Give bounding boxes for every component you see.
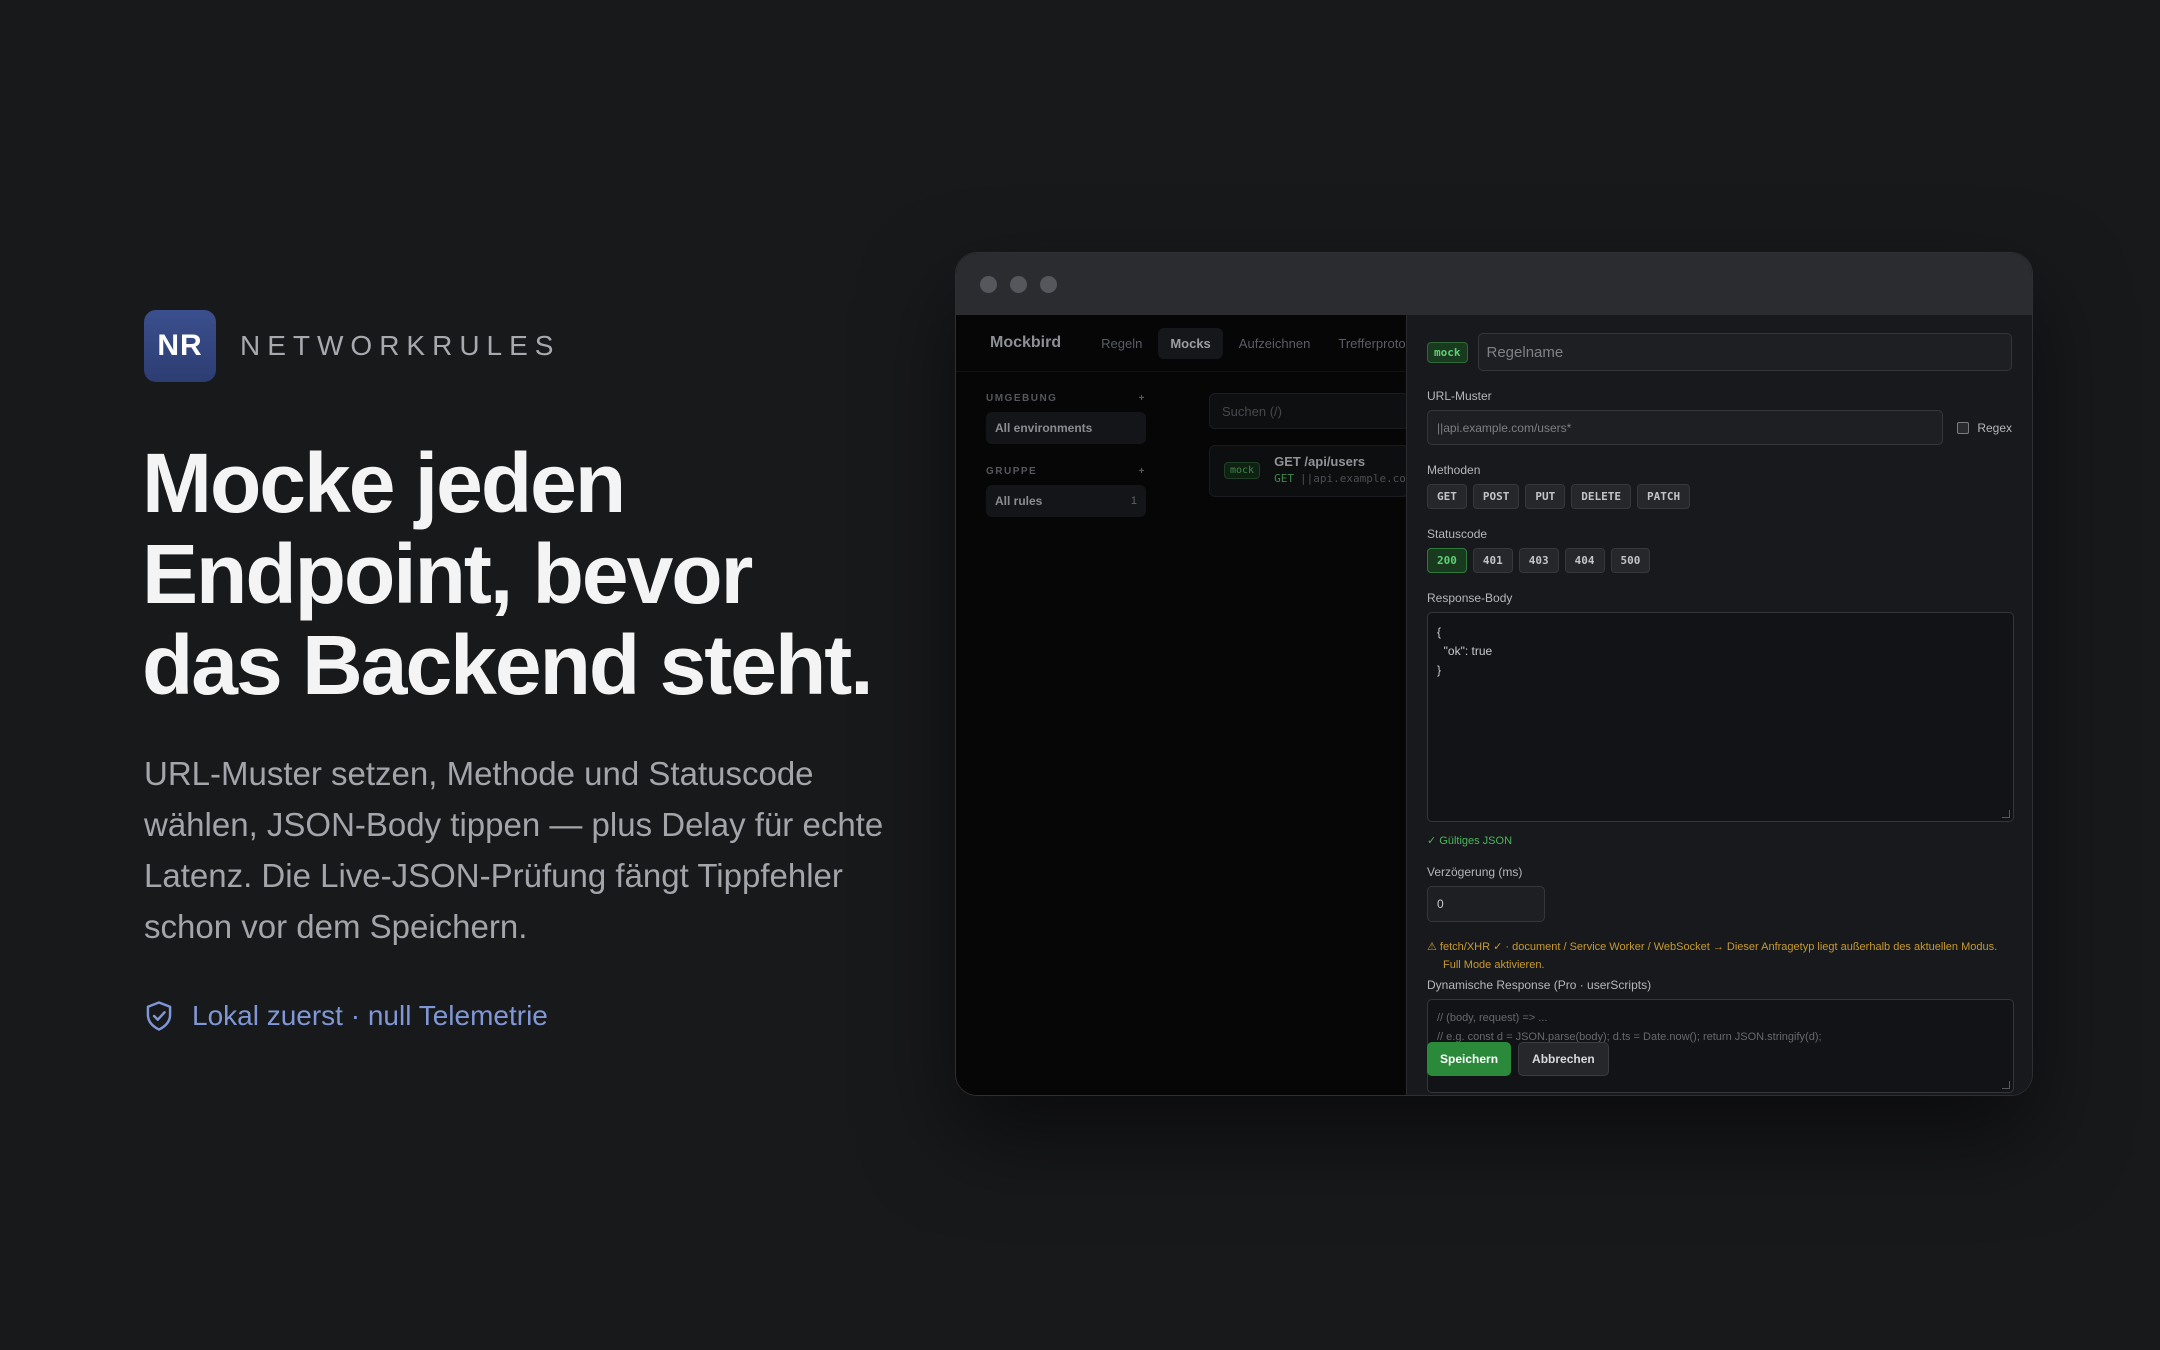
resize-handle-icon[interactable]	[2002, 1081, 2010, 1089]
url-pattern-label: URL-Muster	[1427, 389, 1492, 403]
add-env-button[interactable]: +	[1139, 393, 1146, 404]
rule-type-badge: mock	[1224, 462, 1261, 479]
regex-toggle[interactable]: Regex	[1957, 421, 2012, 435]
sidebar-item-label: All environments	[995, 421, 1093, 435]
mock-editor-panel: mock Regelname URL-Muster ||api.example.…	[1406, 315, 2032, 1095]
tagline-text: Lokal zuerst · null Telemetrie	[192, 1000, 548, 1031]
url-pattern-row: ||api.example.com/users* Regex	[1427, 410, 2012, 445]
url-pattern-input[interactable]: ||api.example.com/users*	[1427, 410, 1944, 445]
brand: NR NETWORKRULES	[144, 310, 560, 382]
window-titlebar	[956, 253, 2032, 315]
headline-line: das Backend steht.	[142, 618, 874, 712]
app-window: Mockbird Regeln Mocks Aufzeichnen Treffe…	[955, 252, 2033, 1096]
dynamic-placeholder-line: // (body, request) => ...	[1437, 1012, 1548, 1024]
response-body-text: { "ok": true }	[1437, 625, 1493, 677]
mock-badge: mock	[1427, 341, 1468, 363]
status-code-chips: 200 401 403 404 500	[1427, 548, 2012, 573]
method-chip-post[interactable]: POST	[1472, 484, 1520, 509]
add-group-button[interactable]: +	[1139, 466, 1146, 477]
response-body-label: Response-Body	[1427, 591, 1513, 605]
status-chip-200[interactable]: 200	[1427, 548, 1467, 573]
method-chip-patch[interactable]: PATCH	[1637, 484, 1691, 509]
rule-subtitle: GET ||api.example.com/users*	[1274, 472, 1408, 485]
tab-regeln[interactable]: Regeln	[1089, 328, 1154, 359]
save-button[interactable]: Speichern	[1427, 1042, 1512, 1076]
hero-subtext: URL-Muster setzen, Methode und Statuscod…	[144, 755, 884, 945]
regex-label: Regex	[1977, 420, 2012, 435]
rule-method: GET	[1274, 472, 1294, 485]
tab-mocks[interactable]: Mocks	[1158, 327, 1223, 359]
status-chip-404[interactable]: 404	[1564, 548, 1605, 573]
regex-checkbox[interactable]	[1957, 421, 1970, 434]
sidebar-item-all-rules[interactable]: All rules 1	[986, 485, 1146, 517]
delay-input[interactable]: 0	[1427, 886, 1545, 922]
rule-title: GET /api/users	[1274, 454, 1366, 469]
cancel-button[interactable]: Abbrechen	[1518, 1042, 1609, 1076]
group-header-label: GRUPPE	[986, 466, 1038, 477]
tab-aufzeichnen[interactable]: Aufzeichnen	[1227, 328, 1323, 359]
status-code-label: Statuscode	[1427, 527, 1488, 541]
rule-name-input[interactable]: Regelname	[1477, 333, 2012, 371]
sidebar: UMGEBUNG + All environments GRUPPE + All…	[986, 393, 1146, 517]
delay-label: Verzögerung (ms)	[1427, 865, 1523, 879]
json-valid-status: ✓ Gültiges JSON	[1427, 835, 1513, 847]
shield-check-icon	[146, 1001, 172, 1031]
window-maximize-dot[interactable]	[1040, 275, 1057, 293]
resize-handle-icon[interactable]	[2002, 810, 2010, 818]
status-chip-403[interactable]: 403	[1518, 548, 1559, 573]
method-chip-put[interactable]: PUT	[1525, 484, 1566, 509]
mode-warning: ⚠ fetch/XHR ✓ · document / Service Worke…	[1427, 941, 1998, 971]
response-body-editor[interactable]: { "ok": true }	[1427, 612, 2014, 822]
methods-label: Methoden	[1427, 463, 1481, 477]
hero-headline: Mocke jeden Endpoint, bevor das Backend …	[142, 438, 922, 711]
rule-list: Suchen (/) mock GET /api/users GET ||api.…	[1209, 393, 1409, 497]
list-item[interactable]: mock GET /api/users GET ||api.example.com…	[1209, 445, 1409, 497]
group-header: GRUPPE +	[986, 466, 1146, 477]
editor-actions: Speichern Abbrechen	[1427, 1042, 1609, 1076]
headline-line: Mocke jeden	[142, 436, 626, 530]
tagline: Lokal zuerst · null Telemetrie	[144, 1000, 548, 1032]
rule-info: GET /api/users GET ||api.example.com/user…	[1274, 454, 1408, 485]
sidebar-item-label: All rules	[995, 494, 1043, 508]
env-header-label: UMGEBUNG	[986, 393, 1058, 404]
editor-header: mock Regelname	[1427, 333, 2012, 371]
rule-count: 1	[1130, 495, 1137, 507]
sidebar-item-all-environments[interactable]: All environments	[986, 412, 1146, 444]
search-input[interactable]: Suchen (/)	[1209, 393, 1409, 429]
dynamic-response-label: Dynamische Response (Pro · userScripts)	[1427, 978, 1652, 992]
window-close-dot[interactable]	[980, 275, 997, 293]
method-chip-delete[interactable]: DELETE	[1571, 484, 1631, 509]
status-chip-500[interactable]: 500	[1610, 548, 1651, 573]
app-background-area: Mockbird Regeln Mocks Aufzeichnen Treffe…	[956, 315, 1425, 1095]
rule-pattern: ||api.example.com/users*	[1299, 472, 1408, 485]
window-minimize-dot[interactable]	[1010, 275, 1027, 293]
methods-chips: GET POST PUT DELETE PATCH	[1427, 484, 2012, 509]
headline-line: Endpoint, bevor	[142, 527, 753, 621]
env-header: UMGEBUNG +	[986, 393, 1146, 404]
method-chip-get[interactable]: GET	[1427, 484, 1467, 509]
app-body: Mockbird Regeln Mocks Aufzeichnen Treffe…	[956, 315, 2032, 1095]
app-name: Mockbird	[990, 334, 1062, 351]
brand-logo: NR	[144, 310, 216, 382]
brand-name: NETWORKRULES	[240, 330, 561, 361]
top-nav: Mockbird Regeln Mocks Aufzeichnen Treffe…	[956, 315, 1425, 372]
status-chip-401[interactable]: 401	[1472, 548, 1513, 573]
mockbird-logo-icon	[966, 335, 982, 351]
